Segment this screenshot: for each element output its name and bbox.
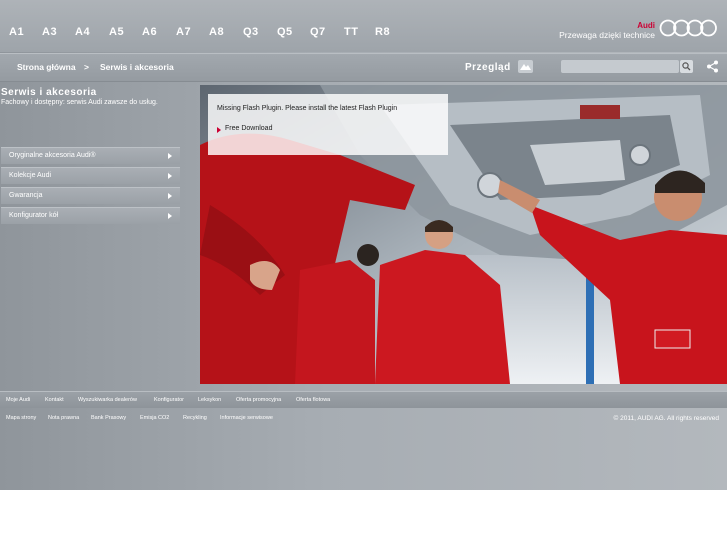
section-title: Serwis i akcesoria [1,87,97,98]
model-link-a8[interactable]: A8 [209,26,224,38]
side-menu-item-label: Kolekcje Audi [9,172,52,179]
brand-name: Audi [637,21,655,30]
footer-link[interactable]: Mapa strony [6,415,36,421]
model-link-a4[interactable]: A4 [75,26,90,38]
breadcrumb-separator: > [84,62,89,72]
overview-button[interactable] [518,60,533,73]
model-link-a5[interactable]: A5 [109,26,124,38]
footer-link[interactable]: Oferta flotowa [296,397,330,403]
side-menu: Oryginalne akcesoria Audi® Kolekcje Audi… [1,147,180,227]
footer-link[interactable]: Oferta promocyjna [236,397,281,403]
model-link-tt[interactable]: TT [344,26,358,38]
footer-link[interactable]: Recykling [183,415,207,421]
search-icon [682,62,691,71]
model-link-q5[interactable]: Q5 [277,26,293,38]
side-menu-item-warranty[interactable]: Gwarancja [1,187,180,204]
side-menu-item-label: Oryginalne akcesoria Audi® [9,152,96,159]
overview-icon [520,64,531,70]
model-link-a1[interactable]: A1 [9,26,24,38]
section-description: Fachowy i dostępny: serwis Audi zawsze d… [1,99,158,106]
side-menu-item-accessories[interactable]: Oryginalne akcesoria Audi® [1,147,180,164]
free-download-link[interactable]: Free Download [225,125,272,132]
breadcrumb-home[interactable]: Strona główna [17,62,76,72]
model-link-q3[interactable]: Q3 [243,26,259,38]
footer-link[interactable]: Moje Audi [6,397,30,403]
brand-block: Audi Przewaga dzięki technice [559,21,655,41]
audi-rings-icon[interactable] [659,18,719,38]
chevron-right-icon [168,213,172,219]
footer-link[interactable]: Leksykon [198,397,221,403]
side-menu-item-label: Konfigurator kół [9,212,59,219]
flash-message: Missing Flash Plugin. Please install the… [217,105,398,112]
side-menu-item-collections[interactable]: Kolekcje Audi [1,167,180,184]
footer-link[interactable]: Emisja CO2 [140,415,169,421]
footer-link[interactable]: Bank Prasowy [91,415,126,421]
copyright-text: © 2011, AUDI AG. All rights reserved [613,415,719,422]
model-link-a6[interactable]: A6 [142,26,157,38]
share-icon[interactable] [705,59,720,74]
footer-link[interactable]: Konfigurator [154,397,184,403]
footer-link[interactable]: Nota prawna [48,415,79,421]
overview-label[interactable]: Przegląd [465,62,511,73]
chevron-right-icon [168,173,172,179]
nav-bar: Strona główna > Serwis i akcesoria Przeg… [0,53,727,82]
model-bar: A1 A3 A4 A5 A6 A7 A8 Q3 Q5 Q7 TT R8 Audi… [0,0,727,52]
model-link-a7[interactable]: A7 [176,26,191,38]
footer-link[interactable]: Kontakt [45,397,64,403]
play-arrow-icon [217,127,221,133]
side-menu-item-wheel-configurator[interactable]: Konfigurator kół [1,207,180,224]
footer-link[interactable]: Wyszukiwarka dealerów [78,397,137,403]
model-link-r8[interactable]: R8 [375,26,390,38]
model-link-q7[interactable]: Q7 [310,26,326,38]
footer-bar: Moje Audi Kontakt Wyszukiwarka dealerów … [0,391,727,408]
side-menu-item-label: Gwarancja [9,192,43,199]
chevron-right-icon [168,153,172,159]
chevron-right-icon [168,193,172,199]
search-input[interactable] [561,60,679,73]
brand-slogan: Przewaga dzięki technice [559,30,655,40]
search-button[interactable] [680,60,693,73]
flash-plugin-notice: Missing Flash Plugin. Please install the… [208,94,448,155]
breadcrumb-current[interactable]: Serwis i akcesoria [100,62,174,72]
model-link-a3[interactable]: A3 [42,26,57,38]
footer-link[interactable]: Informacje serwisowe [220,415,273,421]
